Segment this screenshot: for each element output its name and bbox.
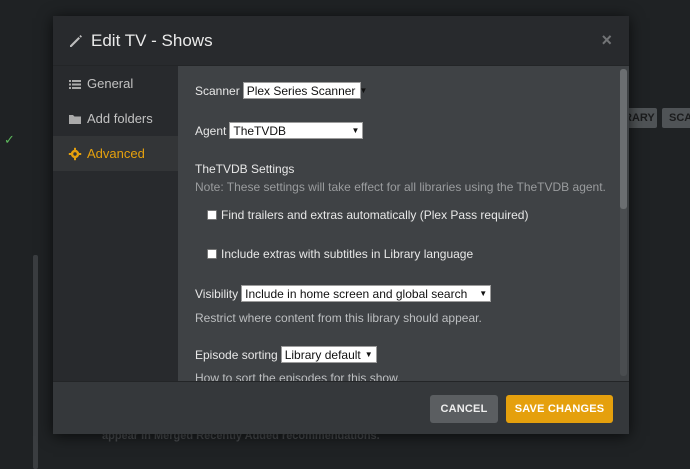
visibility-row: Visibility Include in home screen and gl… — [195, 285, 492, 302]
list-icon — [68, 77, 82, 91]
agent-select[interactable]: TheTVDB ▼ — [229, 122, 364, 139]
scanner-select[interactable]: Plex Series Scanner ▼ — [242, 82, 367, 99]
visibility-select-value: Include in home screen and global search — [245, 286, 468, 301]
trailers-option: Find trailers and extras automatically (… — [207, 208, 528, 222]
edit-library-modal: Edit TV - Shows × General Add folders Ad… — [53, 16, 629, 434]
episode-sorting-label: Episode sorting — [195, 347, 278, 362]
chevron-down-icon: ▼ — [351, 126, 360, 135]
agent-select-value: TheTVDB — [233, 123, 287, 138]
sidebar-item-advanced[interactable]: Advanced — [53, 136, 178, 171]
scrollbar-thumb[interactable] — [620, 69, 627, 209]
save-changes-button[interactable]: SAVE CHANGES — [506, 395, 613, 423]
sidebar-item-label: Advanced — [87, 146, 145, 161]
checkmark-icon: ✓ — [4, 132, 15, 147]
sidebar-item-label: General — [87, 76, 134, 91]
scanner-label: Scanner — [195, 83, 240, 98]
tvdb-settings-heading: TheTVDB Settings — [195, 162, 295, 176]
agent-row: Agent TheTVDB ▼ — [195, 122, 364, 139]
chevron-down-icon: ▼ — [479, 289, 488, 298]
background-scrollbar — [33, 255, 38, 469]
gear-icon — [68, 147, 82, 161]
chevron-down-icon: ▼ — [359, 86, 368, 95]
subtitles-label: Include extras with subtitles in Library… — [221, 247, 474, 261]
sidebar-item-label: Add folders — [87, 111, 153, 126]
folder-icon — [68, 112, 82, 126]
background-scan-button: SCA — [662, 108, 690, 128]
episode-sorting-select[interactable]: Library default ▼ — [280, 346, 377, 363]
pencil-icon — [68, 33, 84, 49]
trailers-label: Find trailers and extras automatically (… — [221, 208, 529, 222]
content-scrollbar[interactable] — [620, 69, 627, 376]
chevron-down-icon: ▼ — [364, 350, 373, 359]
trailers-checkbox[interactable] — [207, 210, 217, 220]
advanced-settings-panel: Scanner Plex Series Scanner ▼ Agent TheT… — [178, 66, 629, 381]
visibility-label: Visibility — [195, 286, 239, 301]
cancel-button[interactable]: CANCEL — [430, 395, 498, 423]
close-icon[interactable]: × — [601, 30, 612, 50]
visibility-help: Restrict where content from this library… — [195, 311, 482, 325]
modal-footer: CANCEL SAVE CHANGES — [53, 381, 629, 434]
modal-sidebar: General Add folders Advanced — [53, 66, 178, 381]
agent-label: Agent — [195, 123, 227, 138]
episode-sorting-select-value: Library default — [284, 347, 361, 362]
subtitles-checkbox[interactable] — [207, 249, 217, 259]
scanner-row: Scanner Plex Series Scanner ▼ — [195, 82, 367, 99]
modal-title: Edit TV - Shows — [91, 30, 213, 50]
subtitles-option: Include extras with subtitles in Library… — [207, 247, 473, 261]
sidebar-item-add-folders[interactable]: Add folders — [53, 101, 178, 136]
tvdb-settings-note: Note: These settings will take effect fo… — [195, 180, 606, 194]
episode-sorting-row: Episode sorting Library default ▼ — [195, 346, 377, 363]
visibility-select[interactable]: Include in home screen and global search… — [241, 285, 492, 302]
episode-sorting-help: How to sort the episodes for this show. — [195, 371, 401, 381]
scanner-select-value: Plex Series Scanner — [246, 83, 356, 98]
sidebar-item-general[interactable]: General — [53, 66, 178, 101]
modal-header: Edit TV - Shows × — [53, 16, 629, 66]
